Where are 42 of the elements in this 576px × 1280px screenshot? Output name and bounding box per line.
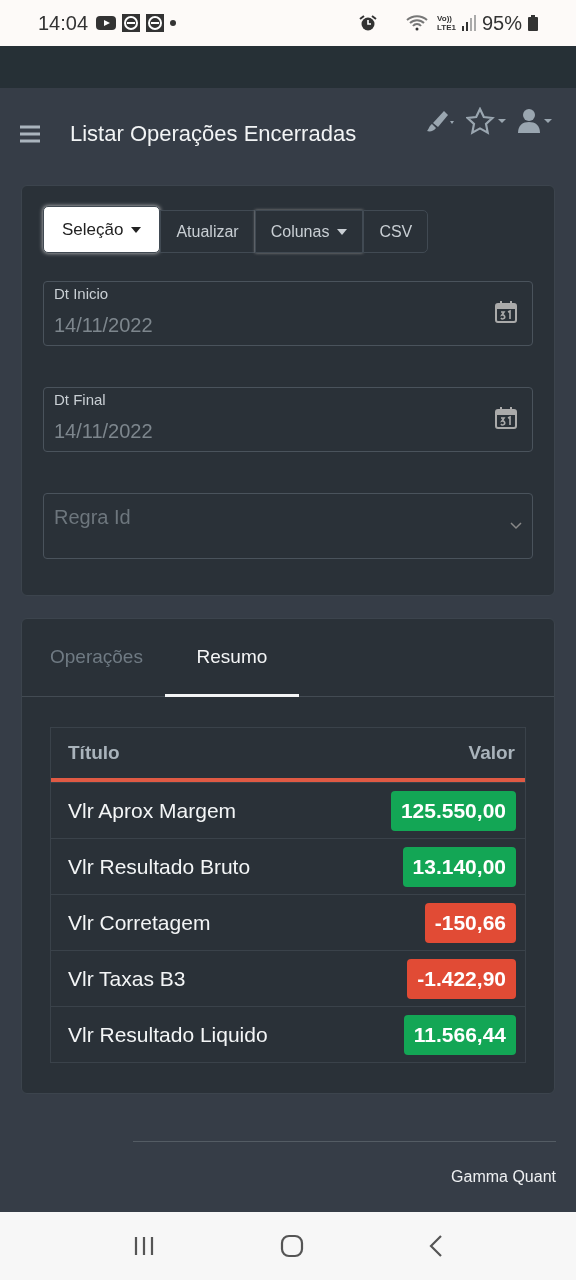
toolbar-button[interactable]: Seleção bbox=[43, 206, 161, 253]
app-icon bbox=[146, 14, 165, 32]
calendar-icon[interactable] bbox=[494, 300, 518, 324]
dot-icon bbox=[170, 20, 177, 26]
table-cell: Vlr Corretagem bbox=[68, 910, 211, 935]
value-badge: 11.566,44 bbox=[403, 1014, 516, 1055]
app-icon bbox=[122, 14, 141, 32]
recent-apps-icon[interactable] bbox=[132, 1236, 155, 1256]
toolbar-button[interactable]: Atualizar bbox=[160, 210, 255, 253]
value-badge: -150,66 bbox=[424, 902, 516, 943]
table-cell: Vlr Aprox Margem bbox=[68, 798, 237, 823]
toolbar-button[interactable]: Colunas bbox=[254, 210, 364, 253]
table-cell: Vlr Resultado Liquido bbox=[68, 1022, 268, 1047]
home-icon[interactable] bbox=[280, 1234, 304, 1258]
battery-icon bbox=[528, 15, 538, 31]
value-badge: 13.140,00 bbox=[402, 846, 516, 887]
chevron-down-icon bbox=[510, 522, 522, 530]
date-field[interactable]: Dt Inicio 14/11/2022 bbox=[43, 281, 533, 346]
toolbar-button[interactable]: CSV bbox=[363, 210, 429, 253]
column-header: Título bbox=[68, 742, 120, 764]
column-header: Valor bbox=[468, 742, 515, 764]
page-title: Listar Operações Encerradas bbox=[70, 120, 357, 147]
video-icon bbox=[96, 16, 117, 30]
alarm-icon bbox=[359, 14, 377, 32]
signal-icon bbox=[461, 15, 476, 31]
table-cell: Vlr Resultado Bruto bbox=[68, 854, 251, 879]
caret-icon bbox=[131, 226, 142, 233]
battery-percent: 95% bbox=[481, 11, 522, 35]
value-badge: -1.422,90 bbox=[407, 958, 516, 999]
back-icon[interactable] bbox=[429, 1234, 444, 1258]
tab[interactable]: Resumo bbox=[164, 619, 299, 697]
user-icon[interactable] bbox=[516, 106, 554, 135]
clock-time: 14:04 bbox=[38, 11, 89, 35]
date-field[interactable]: Dt Final 14/11/2022 bbox=[43, 387, 533, 452]
value-badge: 125.550,00 bbox=[390, 790, 516, 831]
star-icon[interactable] bbox=[466, 106, 508, 135]
footer-text: Gamma Quant bbox=[451, 1168, 556, 1185]
network-label: Vo)) LTE1 bbox=[437, 14, 456, 32]
calendar-icon[interactable] bbox=[494, 406, 518, 430]
caret-icon bbox=[337, 228, 348, 235]
table-cell: Vlr Taxas B3 bbox=[68, 966, 186, 991]
menu-icon[interactable] bbox=[20, 124, 40, 143]
